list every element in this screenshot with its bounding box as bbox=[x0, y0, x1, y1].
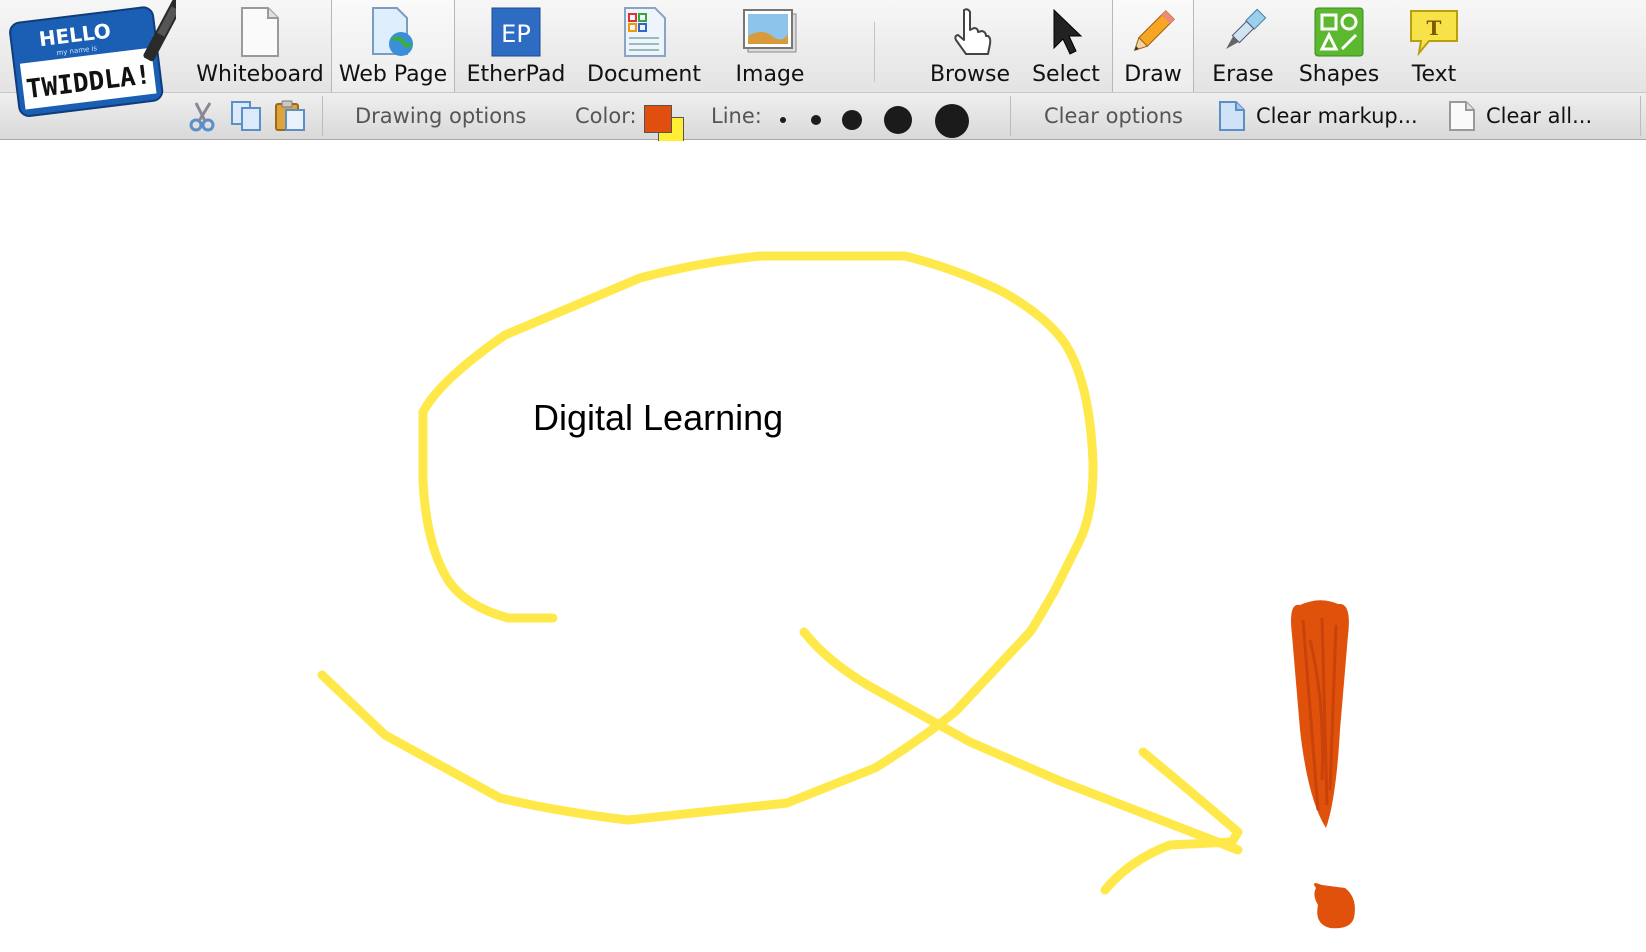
whiteboard-label: Whiteboard bbox=[196, 62, 324, 87]
text-badge: T bbox=[1427, 16, 1442, 40]
etherpad-label: EtherPad bbox=[466, 62, 566, 87]
draw-tool[interactable]: Draw bbox=[1112, 0, 1194, 92]
text-label: Text bbox=[1411, 62, 1457, 87]
scissors-icon bbox=[189, 102, 215, 132]
webpage-label: Web Page bbox=[338, 62, 448, 87]
etherpad-badge: EP bbox=[501, 20, 531, 48]
select-tool[interactable]: Select bbox=[1020, 0, 1112, 92]
blank-page-icon bbox=[232, 4, 288, 60]
erase-label: Erase bbox=[1212, 62, 1274, 87]
select-label: Select bbox=[1032, 62, 1100, 87]
color-picker[interactable] bbox=[644, 105, 688, 143]
draw-label: Draw bbox=[1124, 62, 1182, 87]
toolbar-divider bbox=[874, 22, 875, 82]
clear-markup-button[interactable]: Clear markup... bbox=[1218, 92, 1418, 140]
copy-icon bbox=[231, 101, 261, 131]
shapes-label: Shapes bbox=[1298, 62, 1380, 87]
clear-markup-label: Clear markup... bbox=[1256, 104, 1418, 128]
whiteboard-tool[interactable]: Whiteboard bbox=[196, 0, 324, 92]
twiddla-logo: HELLO my name is TWIDDLA! bbox=[9, 0, 176, 118]
cut-button[interactable] bbox=[188, 92, 218, 140]
line-size-3-option[interactable] bbox=[842, 110, 862, 130]
strip-divider bbox=[1640, 96, 1641, 136]
yellow-arrow-shaft bbox=[799, 627, 1243, 855]
arrow-cursor-icon bbox=[1038, 4, 1094, 60]
webpage-tool[interactable]: Web Page bbox=[331, 0, 455, 92]
browse-tool[interactable]: Browse bbox=[922, 0, 1018, 92]
clear-markup-page-icon bbox=[1219, 101, 1245, 131]
etherpad-tool[interactable]: EP EtherPad bbox=[460, 0, 572, 92]
eraser-icon bbox=[1215, 4, 1271, 60]
paste-icon bbox=[275, 100, 305, 131]
drawing-options-heading: Drawing options bbox=[355, 104, 527, 128]
yellow-loop-stroke bbox=[317, 251, 1098, 825]
primary-color-swatch bbox=[644, 105, 672, 133]
color-label: Color: bbox=[575, 104, 637, 128]
document-tool[interactable]: Document bbox=[580, 0, 708, 92]
erase-tool[interactable]: Erase bbox=[1196, 0, 1290, 92]
document-icon bbox=[616, 4, 672, 60]
image-tool[interactable]: Image bbox=[722, 0, 818, 92]
paste-button[interactable] bbox=[274, 92, 308, 140]
line-label: Line: bbox=[711, 104, 762, 128]
image-icon bbox=[742, 4, 798, 60]
copy-button[interactable] bbox=[230, 92, 264, 140]
clear-all-button[interactable]: Clear all... bbox=[1448, 92, 1592, 140]
whiteboard-canvas[interactable]: Digital Learning bbox=[0, 141, 1646, 952]
hand-pointer-icon bbox=[942, 4, 998, 60]
text-bubble-icon: T bbox=[1406, 4, 1462, 60]
clear-all-page-icon bbox=[1449, 101, 1475, 131]
shapes-tool[interactable]: Shapes bbox=[1286, 0, 1392, 92]
line-size-4-option[interactable] bbox=[884, 106, 912, 134]
text-tool[interactable]: T Text bbox=[1392, 0, 1476, 92]
drawing-layer bbox=[317, 251, 1355, 929]
clear-options-heading: Clear options bbox=[1044, 104, 1183, 128]
orange-exclamation-mark bbox=[1291, 600, 1355, 929]
shapes-icon bbox=[1311, 4, 1367, 60]
canvas-text-box[interactable]: Digital Learning bbox=[533, 397, 783, 439]
webpage-globe-icon bbox=[365, 4, 421, 60]
pencil-icon bbox=[1125, 4, 1181, 60]
line-size-1-option[interactable] bbox=[780, 117, 786, 123]
strip-divider bbox=[1010, 96, 1011, 136]
document-label: Document bbox=[587, 62, 701, 87]
clear-all-label: Clear all... bbox=[1486, 104, 1593, 128]
strip-divider bbox=[322, 96, 323, 136]
browse-label: Browse bbox=[929, 62, 1011, 87]
etherpad-icon: EP bbox=[488, 4, 544, 60]
line-size-5-option[interactable] bbox=[935, 104, 969, 138]
line-size-2-option[interactable] bbox=[811, 115, 821, 125]
image-label: Image bbox=[735, 62, 805, 87]
